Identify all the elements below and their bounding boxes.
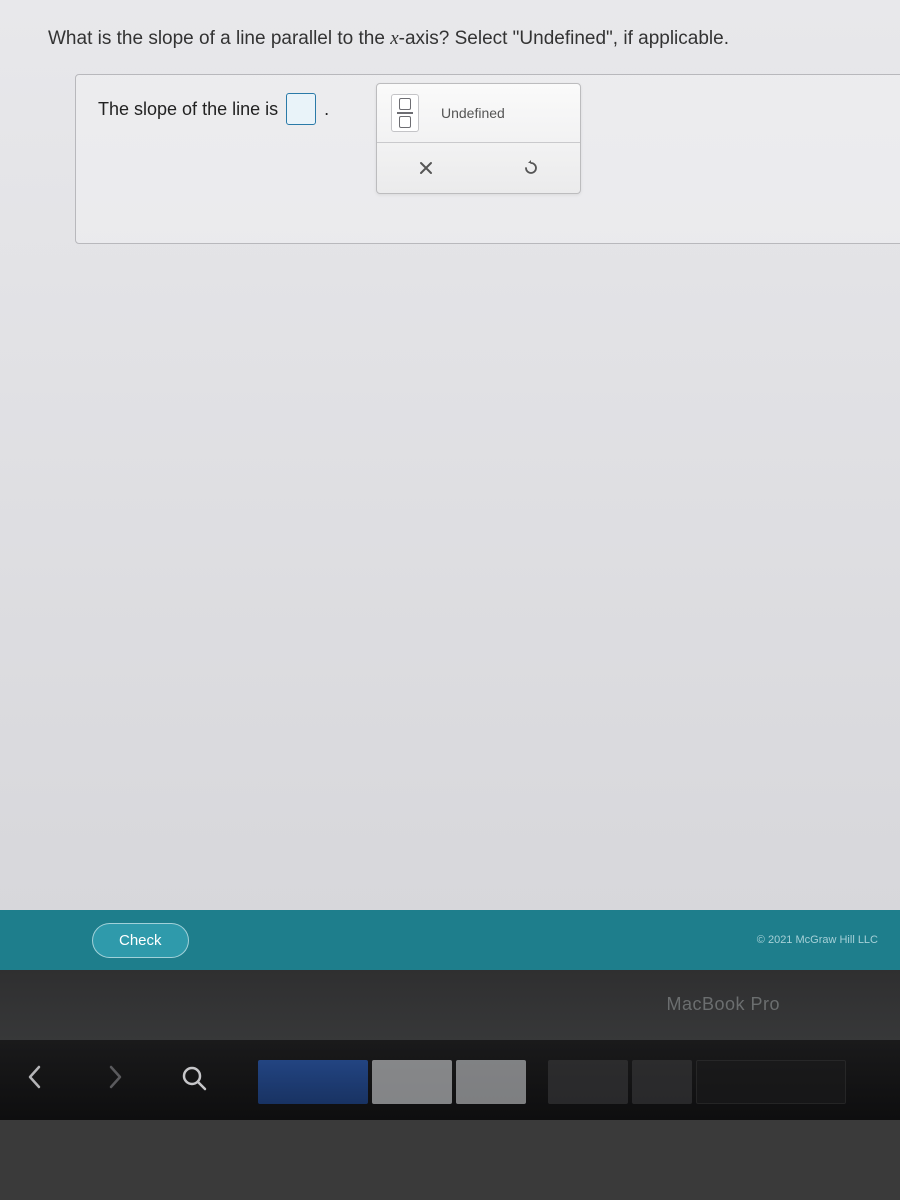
x-icon — [418, 160, 434, 176]
answer-panel: The slope of the line is . Undefined — [75, 74, 900, 244]
chevron-right-icon — [106, 1064, 124, 1090]
answer-input[interactable] — [286, 93, 316, 125]
laptop-bezel: MacBook Pro — [0, 970, 900, 1120]
app-screen: What is the slope of a line parallel to … — [0, 0, 900, 970]
bottom-nav-bar — [0, 1040, 900, 1120]
answer-sentence: The slope of the line is — [98, 99, 278, 120]
clear-button[interactable] — [405, 153, 447, 183]
undo-icon — [522, 159, 540, 177]
question-prompt-post: -axis? Select "Undefined", if applicable… — [399, 28, 729, 49]
search-icon — [180, 1064, 208, 1092]
nav-back-button[interactable] — [20, 1064, 50, 1097]
answer-period: . — [324, 99, 329, 120]
search-button[interactable] — [180, 1064, 208, 1097]
chevron-left-icon — [26, 1064, 44, 1090]
fraction-denominator-icon — [399, 116, 411, 128]
check-button[interactable]: Check — [92, 923, 189, 958]
undefined-button[interactable]: Undefined — [437, 99, 509, 127]
question-prompt-pre: What is the slope of a line parallel to … — [48, 28, 390, 49]
taskbar-tile[interactable] — [632, 1060, 692, 1104]
taskbar-tile[interactable] — [696, 1060, 846, 1104]
toolbox-row-2 — [377, 142, 580, 193]
device-label: MacBook Pro — [666, 994, 780, 1015]
question-variable-x: x — [390, 28, 398, 49]
taskbar-area — [258, 1056, 880, 1104]
footer-bar: Check © 2021 McGraw Hill LLC — [0, 910, 900, 970]
copyright-text: © 2021 McGraw Hill LLC — [757, 934, 878, 946]
reset-button[interactable] — [510, 153, 552, 183]
nav-forward-button[interactable] — [100, 1064, 130, 1097]
question-prompt: What is the slope of a line parallel to … — [48, 28, 880, 50]
taskbar-tile[interactable] — [548, 1060, 628, 1104]
toolbox-row-1: Undefined — [377, 84, 580, 142]
math-toolbox: Undefined — [376, 83, 581, 194]
fraction-numerator-icon — [399, 98, 411, 110]
fraction-bar-icon — [397, 112, 413, 114]
taskbar-tile[interactable] — [258, 1060, 368, 1104]
taskbar-tile[interactable] — [456, 1060, 526, 1104]
taskbar-tile[interactable] — [372, 1060, 452, 1104]
fraction-button[interactable] — [391, 94, 419, 132]
